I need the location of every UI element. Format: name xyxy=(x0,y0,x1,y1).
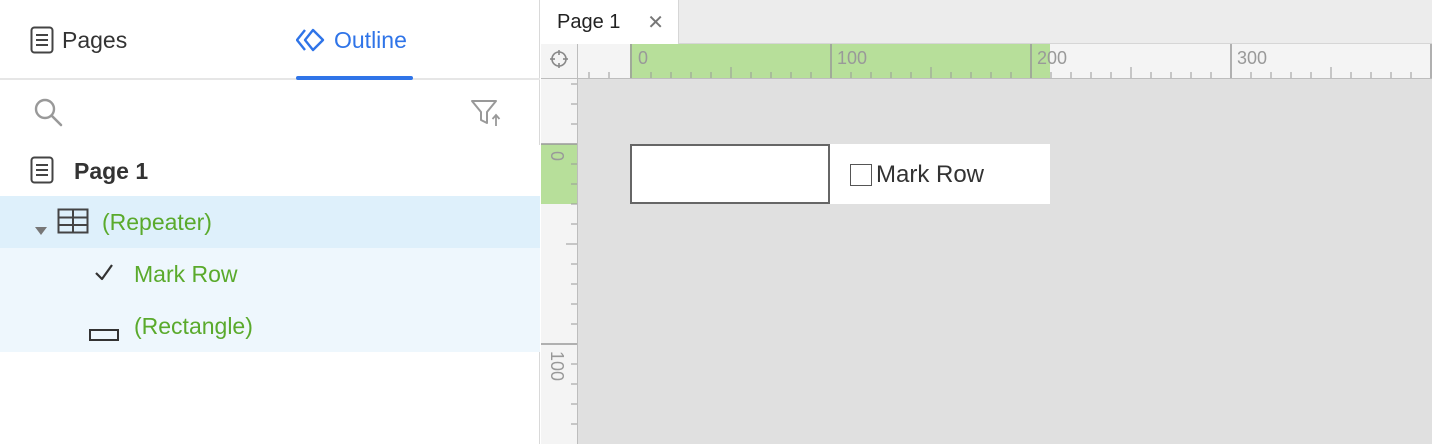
horizontal-ruler-ticks xyxy=(588,44,1432,78)
rectangle-widget[interactable] xyxy=(630,144,830,204)
checkbox-label: Mark Row xyxy=(876,161,985,188)
close-icon[interactable]: ✕ xyxy=(647,10,664,35)
vertical-ruler-ticks xyxy=(541,83,577,425)
outline-icon xyxy=(296,28,326,52)
crosshair-icon xyxy=(549,49,569,74)
collapse-arrow-icon[interactable] xyxy=(35,216,47,243)
outline-panel: Pages Outline Page 1 (Repeater) Mark Row… xyxy=(0,0,540,444)
repeater-icon xyxy=(57,208,89,240)
filter-icon[interactable] xyxy=(470,98,502,133)
ruler-label: 300 xyxy=(1237,48,1268,68)
tab-pages[interactable]: Pages xyxy=(30,0,127,80)
tree-item-repeater[interactable]: (Repeater) xyxy=(0,196,540,248)
pages-icon xyxy=(30,26,54,54)
ruler-label: 0 xyxy=(547,151,567,162)
vertical-ruler[interactable]: 0 100 xyxy=(541,79,578,444)
horizontal-ruler[interactable]: 0 100 200 300 xyxy=(578,44,1432,79)
tree-item-label: Mark Row xyxy=(134,260,238,287)
panel-tabs: Pages Outline xyxy=(0,0,540,80)
design-canvas[interactable]: Mark Row xyxy=(578,79,1432,444)
tree-item-mark-row[interactable]: Mark Row xyxy=(0,248,540,300)
tree-item-page[interactable]: Page 1 xyxy=(0,145,540,197)
ruler-label: 100 xyxy=(547,351,567,382)
checkbox-box[interactable] xyxy=(850,164,872,186)
tab-pages-label: Pages xyxy=(62,26,128,53)
document-tab-bar: Page 1 ✕ xyxy=(541,0,1432,44)
tab-outline[interactable]: Outline xyxy=(296,0,413,80)
outline-toolbar xyxy=(0,80,540,144)
checkmark-icon xyxy=(93,262,115,290)
ruler-corner[interactable] xyxy=(541,44,578,79)
tree-item-label: (Repeater) xyxy=(102,208,212,235)
tree-item-rectangle[interactable]: (Rectangle) xyxy=(0,300,540,352)
tab-outline-label: Outline xyxy=(334,26,407,53)
ruler-label: 0 xyxy=(638,48,649,68)
document-tab-label: Page 1 xyxy=(557,10,621,33)
rectangle-icon xyxy=(89,320,119,347)
tree-item-label: Page 1 xyxy=(74,157,149,184)
ruler-label: 200 xyxy=(1037,48,1068,68)
search-icon[interactable] xyxy=(32,96,64,133)
document-tab-page-1[interactable]: Page 1 ✕ xyxy=(541,0,679,44)
page-icon xyxy=(30,156,54,190)
mark-row-checkbox[interactable]: Mark Row xyxy=(850,161,984,189)
ruler-label: 100 xyxy=(837,48,868,68)
tree-item-label: (Rectangle) xyxy=(134,312,253,339)
